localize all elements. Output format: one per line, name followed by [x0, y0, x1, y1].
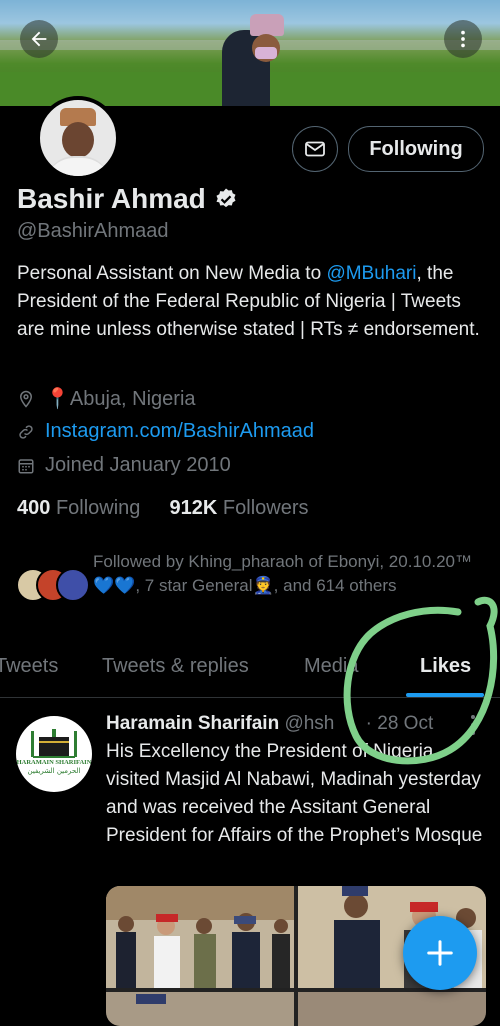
profile-joined-row: Joined January 2010: [17, 454, 231, 477]
avatar-head: [62, 122, 94, 158]
profile-avatar[interactable]: [36, 96, 120, 180]
followed-by-text: Followed by Khing_pharaoh of Ebonyi, 20.…: [93, 552, 472, 595]
profile-website-link[interactable]: Instagram.com/BashirAhmaad: [45, 420, 314, 443]
profile-banner[interactable]: [0, 0, 500, 106]
tab-tweets[interactable]: Tweets: [0, 655, 58, 678]
location-pin-icon: [19, 390, 33, 408]
active-tab-indicator: [406, 693, 484, 697]
tab-likes[interactable]: Likes: [420, 655, 471, 678]
profile-name: Bashir Ahmad: [17, 183, 206, 214]
compose-tweet-button[interactable]: [403, 916, 477, 990]
tweet-author-name[interactable]: Haramain Sharifain: [106, 713, 279, 734]
logo-text: HARAMAIN SHARIFAIN: [16, 759, 92, 766]
banner-cap: [250, 14, 284, 36]
back-button[interactable]: [20, 20, 58, 58]
following-label: Following: [55, 497, 141, 519]
tweet-date[interactable]: · 28 Oct: [366, 713, 434, 734]
banner-mask: [255, 47, 277, 59]
tweet-text: His Excellency the President of Nigeria …: [106, 741, 483, 846]
profile-location: 📍Abuja, Nigeria: [45, 388, 196, 410]
haramain-logo: [31, 729, 77, 758]
tweet-author-handle[interactable]: @hsh: [284, 713, 334, 734]
avatar-robe: [46, 156, 110, 176]
mutual-avatar: [56, 568, 90, 602]
followers-count-link[interactable]: 912K Followers: [170, 497, 309, 519]
following-button[interactable]: Following: [348, 126, 484, 172]
profile-location-row: 📍Abuja, Nigeria: [17, 386, 196, 411]
profile-handle: @BashirAhmaad: [17, 220, 169, 242]
profile-bio: Personal Assistant on New Media to @MBuh…: [17, 260, 487, 344]
following-count-link[interactable]: 400 Following: [17, 497, 140, 519]
profile-website-row: Instagram.com/BashirAhmaad: [17, 420, 314, 443]
bio-text-1: Personal Assistant on New Media to: [17, 263, 327, 284]
more-options-button[interactable]: [444, 20, 482, 58]
verified-badge-icon: [216, 188, 236, 208]
arrow-left-icon: [31, 31, 47, 47]
bio-mention-link[interactable]: @MBuhari: [326, 263, 416, 284]
logo-text-arabic: الحرمين الشريفين: [27, 767, 81, 775]
plus-icon: [427, 940, 453, 966]
profile-joined: Joined January 2010: [45, 454, 231, 476]
message-button[interactable]: [292, 126, 338, 172]
tweet-author-avatar[interactable]: HARAMAIN SHARIFAIN الحرمين الشريفين: [16, 716, 92, 792]
following-count: 400: [17, 497, 51, 519]
followers-label: Followers: [222, 497, 309, 519]
envelope-icon: [305, 141, 325, 157]
tab-media[interactable]: Media: [304, 655, 358, 678]
tab-tweets-replies[interactable]: Tweets & replies: [102, 655, 249, 678]
followers-count: 912K: [169, 497, 218, 519]
tweet-more-icon[interactable]: [463, 712, 483, 738]
calendar-icon: [18, 458, 34, 473]
mutual-follower-avatars: [16, 568, 96, 602]
more-vertical-icon: [461, 30, 465, 48]
profile-name-row: Bashir Ahmad: [17, 183, 238, 215]
followers-you-know[interactable]: Followed by Khing_pharaoh of Ebonyi, 20.…: [16, 548, 486, 624]
profile-tabs: Tweets Tweets & replies Media Likes: [0, 645, 500, 698]
tweet-header: Haramain Sharifain @hsh · 28 Oct: [106, 713, 433, 735]
link-icon: [19, 424, 33, 439]
follow-counts: 400 Following 912K Followers: [17, 497, 309, 520]
